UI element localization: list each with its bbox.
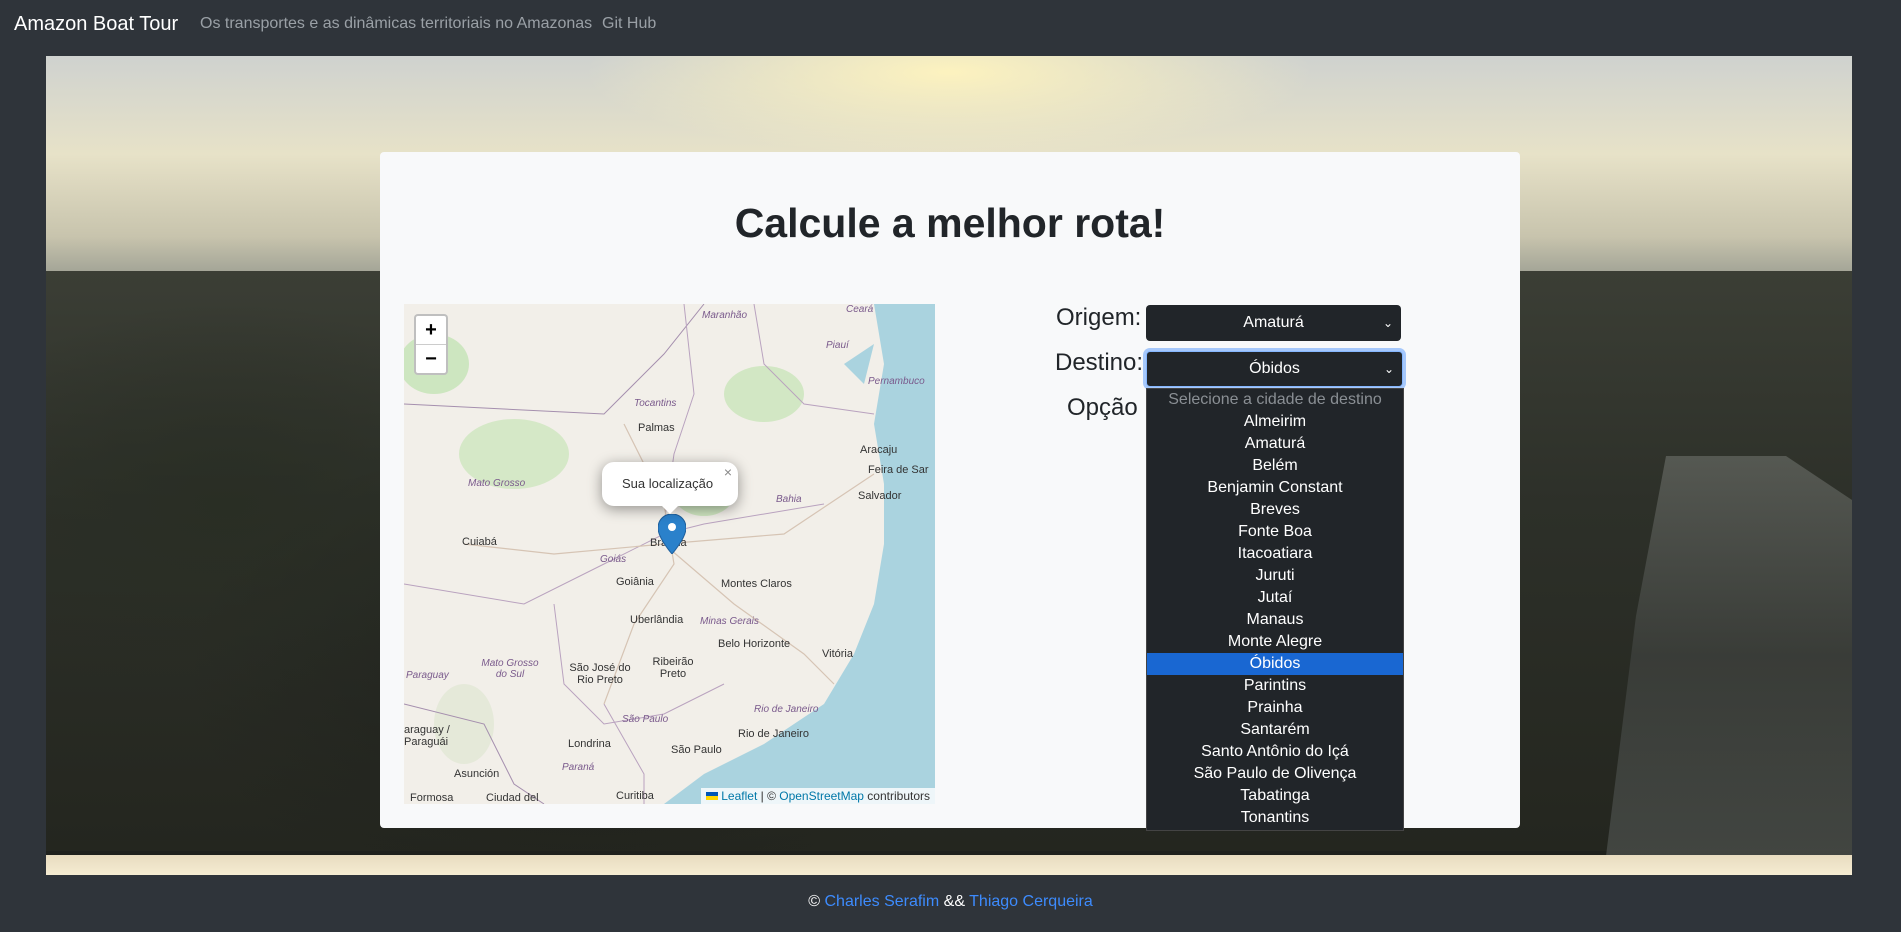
map-region: Minas Gerais	[700, 616, 759, 627]
map-city: São Paulo	[671, 744, 722, 756]
dropdown-option[interactable]: Santo Antônio do Içá	[1147, 741, 1403, 763]
map-city: Ciudad del	[486, 792, 539, 804]
chevron-down-icon: ⌄	[1382, 316, 1393, 330]
dropdown-option[interactable]: Itacoatiara	[1147, 543, 1403, 565]
attribution-separator: | ©	[757, 789, 780, 803]
map[interactable]: Palmas Cuiabá Brasília Goiânia Uberlândi…	[404, 304, 935, 804]
navbar-brand[interactable]: Amazon Boat Tour	[14, 13, 178, 36]
destino-dropdown-list: Selecione a cidade de destino Almeirim A…	[1146, 388, 1404, 831]
destino-value: Óbidos	[1249, 360, 1300, 377]
copyright-symbol: ©	[808, 893, 821, 910]
leaflet-link[interactable]: Leaflet	[721, 789, 757, 803]
dropdown-option[interactable]: Jutaí	[1147, 587, 1403, 609]
map-region: Paraná	[562, 762, 595, 773]
author-link-charles[interactable]: Charles Serafim	[824, 893, 939, 910]
popup-text: Sua localização	[622, 476, 714, 491]
map-region: Maranhão	[702, 310, 748, 321]
map-city: São José do Rio Preto	[569, 662, 631, 686]
dropdown-option[interactable]: São Paulo de Olivença	[1147, 763, 1403, 785]
dropdown-option[interactable]: Juruti	[1147, 565, 1403, 587]
popup-tip	[660, 504, 680, 514]
map-city: Vitória	[822, 648, 853, 660]
map-city: Cuiabá	[462, 536, 497, 548]
map-city: Formosa	[410, 792, 454, 804]
nav-link-transportes[interactable]: Os transportes e as dinâmicas territoria…	[200, 15, 592, 33]
map-region: São Paulo	[622, 714, 669, 725]
map-city: Londrina	[568, 738, 611, 750]
dropdown-option[interactable]: Benjamin Constant	[1147, 477, 1403, 499]
destino-label: Destino:	[1055, 349, 1144, 376]
popup-close-icon[interactable]: ×	[724, 464, 732, 480]
origem-select[interactable]: Amaturá ⌄	[1146, 305, 1401, 341]
map-city: Montes Claros	[721, 578, 792, 590]
map-city: Feira de Sar	[868, 464, 929, 476]
dropdown-option[interactable]: Fonte Boa	[1147, 521, 1403, 543]
footer-joiner: &&	[943, 893, 965, 910]
dropdown-option[interactable]: Parintins	[1147, 675, 1403, 697]
map-region: Bahia	[776, 494, 802, 505]
dropdown-option[interactable]: Tabatinga	[1147, 785, 1403, 807]
map-region: Ceará	[846, 304, 874, 315]
map-city: Goiânia	[616, 576, 654, 588]
map-city: Ribeirão Preto	[652, 656, 694, 680]
map-city: Salvador	[858, 490, 902, 502]
map-city: Palmas	[638, 422, 675, 434]
dropdown-option-selected[interactable]: Óbidos	[1147, 653, 1403, 675]
location-popup: Sua localização ×	[602, 462, 738, 514]
dropdown-option[interactable]: Santarém	[1147, 719, 1403, 741]
map-region: Mato Grosso do Sul	[481, 658, 539, 680]
dropdown-option[interactable]: Amaturá	[1147, 433, 1403, 455]
map-city: Uberlândia	[630, 614, 684, 626]
ukraine-flag-icon	[706, 792, 719, 800]
dropdown-option-placeholder[interactable]: Selecione a cidade de destino	[1147, 389, 1403, 411]
map-city: araguay / Paraguái	[404, 724, 450, 748]
map-region: Piauí	[826, 340, 849, 351]
dropdown-option[interactable]: Monte Alegre	[1147, 631, 1403, 653]
zoom-control: + −	[414, 314, 448, 375]
footer: © Charles Serafim && Thiago Cerqueira	[0, 893, 1901, 911]
dropdown-option[interactable]: Prainha	[1147, 697, 1403, 719]
hero-bottom-band	[46, 855, 1852, 875]
dropdown-option[interactable]: Belém	[1147, 455, 1403, 477]
map-region: Mato Grosso	[468, 478, 526, 489]
map-region: Tocantins	[634, 398, 677, 409]
page-title: Calcule a melhor rota!	[734, 200, 1166, 246]
navbar: Amazon Boat Tour Os transportes e as din…	[0, 0, 1901, 50]
author-link-thiago[interactable]: Thiago Cerqueira	[969, 893, 1093, 910]
opcao-label: Opção	[1067, 394, 1138, 421]
map-city: Rio de Janeiro	[738, 728, 809, 740]
zoom-in-button[interactable]: +	[416, 316, 446, 345]
destino-select[interactable]: Óbidos ⌄	[1146, 351, 1403, 387]
map-city: Asunción	[454, 768, 500, 780]
location-marker-icon[interactable]	[658, 514, 686, 554]
map-tiles	[404, 304, 935, 804]
osm-link[interactable]: OpenStreetMap	[779, 789, 864, 803]
dropdown-option[interactable]: Manaus	[1147, 609, 1403, 631]
map-region: Pernambuco	[868, 376, 925, 387]
nav-link-github[interactable]: Git Hub	[602, 15, 656, 33]
dropdown-option[interactable]: Breves	[1147, 499, 1403, 521]
zoom-out-button[interactable]: −	[416, 345, 446, 373]
dropdown-option[interactable]: Tonantins	[1147, 807, 1403, 829]
dropdown-option[interactable]: Almeirim	[1147, 411, 1403, 433]
origem-label: Origem:	[1056, 304, 1142, 331]
map-attribution: Leaflet | © OpenStreetMap contributors	[701, 788, 935, 804]
chevron-down-icon: ⌄	[1383, 362, 1394, 376]
map-city: Belo Horizonte	[718, 638, 791, 650]
map-region: Rio de Janeiro	[754, 704, 819, 715]
map-region: Goiás	[600, 554, 627, 565]
map-city: Aracaju	[860, 444, 898, 456]
origem-value: Amaturá	[1243, 314, 1304, 331]
map-city: Curitiba	[616, 790, 654, 802]
map-region: Paraguay	[406, 670, 449, 681]
attribution-suffix: contributors	[863, 789, 930, 803]
